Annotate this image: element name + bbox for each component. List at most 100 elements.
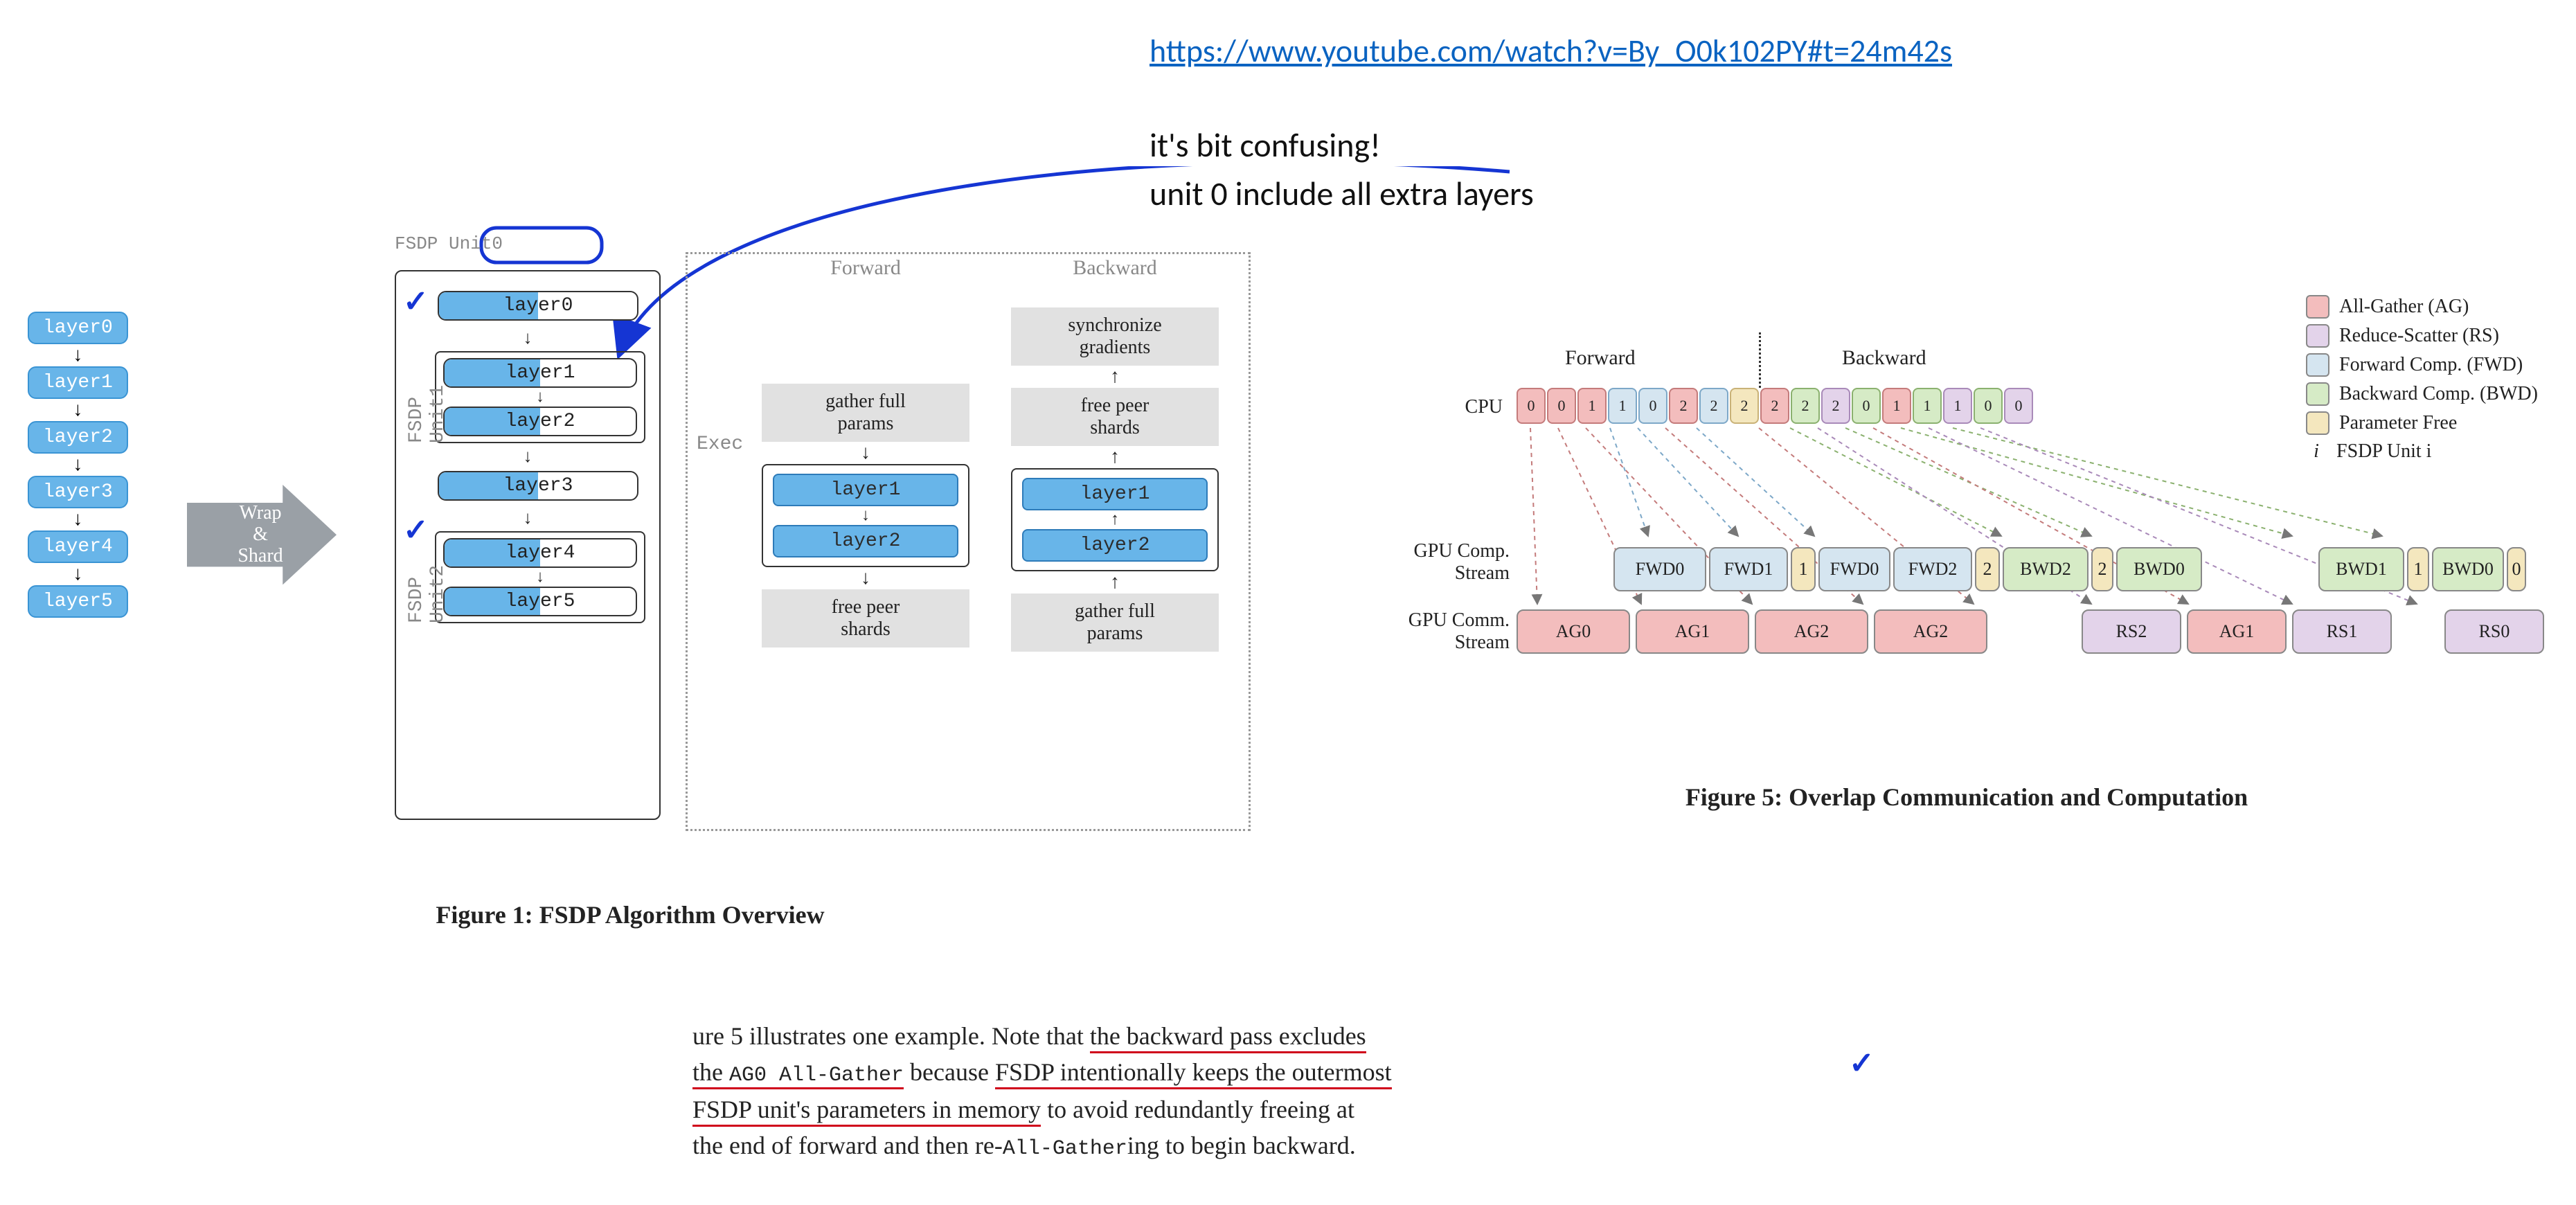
tl-fw-label: Forward (1565, 346, 1636, 370)
youtube-link[interactable]: https://www.youtube.com/watch?v=By_O0k10… (1150, 32, 1952, 71)
comp-cell: BWD1 (2318, 547, 2404, 591)
fw-bot-box: free peer shards (762, 589, 969, 648)
annotation-line1: it's bit confusing! (1150, 125, 1381, 166)
cpu-cell: 2 (1821, 388, 1850, 424)
fw-unit-box: layer1 ↓ layer2 (762, 464, 969, 567)
legend-pf: Parameter Free (2306, 411, 2538, 435)
bw-extra-box: free peer shards (1011, 388, 1219, 446)
comp-cell: BWD2 (2003, 547, 2088, 591)
layer-pill: layer5 (28, 585, 128, 618)
unit1-layer2: layer2 (443, 407, 637, 436)
unit1-box: layer1 ↓ layer2 (435, 351, 645, 443)
arrow-icon (28, 344, 128, 366)
cpu-row-label: CPU (1426, 396, 1503, 418)
cpu-cell: 0 (1517, 388, 1546, 424)
comp-cell: BWD0 (2432, 547, 2504, 591)
layer-pill: layer2 (28, 421, 128, 454)
comm-cell: RS1 (2292, 609, 2392, 654)
comp-cell: BWD0 (2116, 547, 2202, 591)
cpu-cell: 1 (1608, 388, 1637, 424)
arrow-icon (28, 399, 128, 421)
legend-ag: All-Gather (AG) (2306, 295, 2538, 319)
unit0-box: layer0 ↓ FSDP Unit1 layer1 ↓ layer2 ↓ la… (395, 270, 661, 820)
cpu-cell: 2 (1791, 388, 1820, 424)
comp-cell: FWD0 (1818, 547, 1890, 591)
comp-cell: 2 (2091, 547, 2113, 591)
cpu-cell: 0 (1974, 388, 2003, 424)
comp-row-label: GPU Comp. Stream (1378, 540, 1510, 584)
cpu-cell: 2 (1669, 388, 1698, 424)
unit2-layer4: layer4 (443, 538, 637, 568)
legend-unit: iFSDP Unit i (2306, 440, 2538, 463)
comp-cell: 2 (1975, 547, 2000, 591)
comm-cell: AG2 (1755, 609, 1868, 654)
cpu-cell: 1 (1943, 388, 1972, 424)
cpu-cell: 0 (1638, 388, 1667, 424)
layer-pill: layer3 (28, 476, 128, 508)
figure1-caption: Figure 1: FSDP Algorithm Overview (249, 900, 1011, 929)
comm-stream-row: AG0AG1AG2AG2RS2AG1RS1RS0 (1517, 609, 2544, 651)
body-paragraph: ure 5 illustrates one example. Note that… (692, 1018, 1828, 1164)
comp-cell: FWD1 (1709, 547, 1788, 591)
backward-col: Backward synchronize gradients ↑ free pe… (1011, 256, 1219, 652)
unit0-labels: FSDP FSDP Unit0Unit0 (395, 233, 503, 254)
cpu-cell: 0 (1547, 388, 1576, 424)
comm-cell: RS2 (2082, 609, 2181, 654)
cpu-cell: 0 (1852, 388, 1881, 424)
forward-col: Forward gather full params ↓ layer1 ↓ la… (762, 256, 969, 648)
backward-title: Backward (1011, 256, 1219, 280)
legend: All-Gather (AG) Reduce-Scatter (RS) Forw… (2306, 295, 2538, 468)
layer-pill: layer0 (28, 312, 128, 344)
cpu-row: 00110222222011100 (1517, 388, 2033, 424)
check-icon: ✓ (1849, 1046, 1875, 1081)
cpu-cell: 0 (2004, 388, 2033, 424)
comm-cell: AG0 (1517, 609, 1630, 654)
layer-stack: layer0 layer1 layer2 layer3 layer4 layer… (28, 312, 128, 618)
cpu-cell: 2 (1760, 388, 1789, 424)
legend-bwd: Backward Comp. (BWD) (2306, 382, 2538, 406)
fw-layer2: layer2 (773, 525, 958, 557)
unit2-box: layer4 ↓ layer5 (435, 531, 645, 623)
comp-cell: 1 (1791, 547, 1816, 591)
cpu-cell: 2 (1730, 388, 1759, 424)
legend-rs: Reduce-Scatter (RS) (2306, 324, 2538, 348)
tl-bw-label: Backward (1842, 346, 1926, 370)
bw-layer2: layer2 (1022, 529, 1208, 562)
comp-cell: FWD0 (1613, 547, 1706, 591)
layer-pill: layer1 (28, 366, 128, 399)
comp-cell: 0 (2507, 547, 2526, 591)
comm-cell: AG2 (1874, 609, 1987, 654)
unit2-label: FSDP Unit2 (406, 544, 449, 623)
fw-top-box: gather full params (762, 384, 969, 442)
unit2-layer5: layer5 (443, 587, 637, 616)
comp-stream-row: FWD0FWD11FWD0FWD22BWD22BWD0BWD11BWD00 (1613, 547, 2526, 589)
bw-top-box: synchronize gradients (1011, 307, 1219, 366)
forward-title: Forward (762, 256, 969, 280)
cpu-cell: 1 (1577, 388, 1607, 424)
comm-cell: AG1 (2187, 609, 2287, 654)
arrow-icon (28, 508, 128, 530)
wrap-shard-arrow: Wrap & Shard (187, 485, 337, 584)
bw-unit-box: layer1 ↑ layer2 (1011, 468, 1219, 571)
cpu-cell: 1 (1882, 388, 1911, 424)
arrow-icon (28, 563, 128, 585)
check-icon: ✓ (403, 284, 429, 319)
fw-layer1: layer1 (773, 474, 958, 506)
comp-cell: FWD2 (1893, 547, 1972, 591)
fw-bw-divider (1759, 332, 1761, 388)
check-icon: ✓ (403, 512, 429, 548)
figure5-caption: Figure 5: Overlap Communication and Comp… (1426, 783, 2507, 812)
arrow-icon (28, 454, 128, 476)
layer-pill: layer4 (28, 530, 128, 563)
fsdp-label: FSDP (395, 233, 449, 254)
bw-bot-box: gather full params (1011, 593, 1219, 652)
unit1-layer1: layer1 (443, 358, 637, 388)
comm-cell: RS0 (2444, 609, 2544, 654)
comm-cell: AG1 (1636, 609, 1749, 654)
unit1-label: FSDP Unit1 (406, 364, 449, 443)
cpu-cell: 1 (1913, 388, 1942, 424)
comp-cell: 1 (2407, 547, 2429, 591)
bw-layer1: layer1 (1022, 478, 1208, 510)
unit0-layer0: layer0 (438, 291, 638, 321)
unit0-layer3: layer3 (438, 471, 638, 501)
